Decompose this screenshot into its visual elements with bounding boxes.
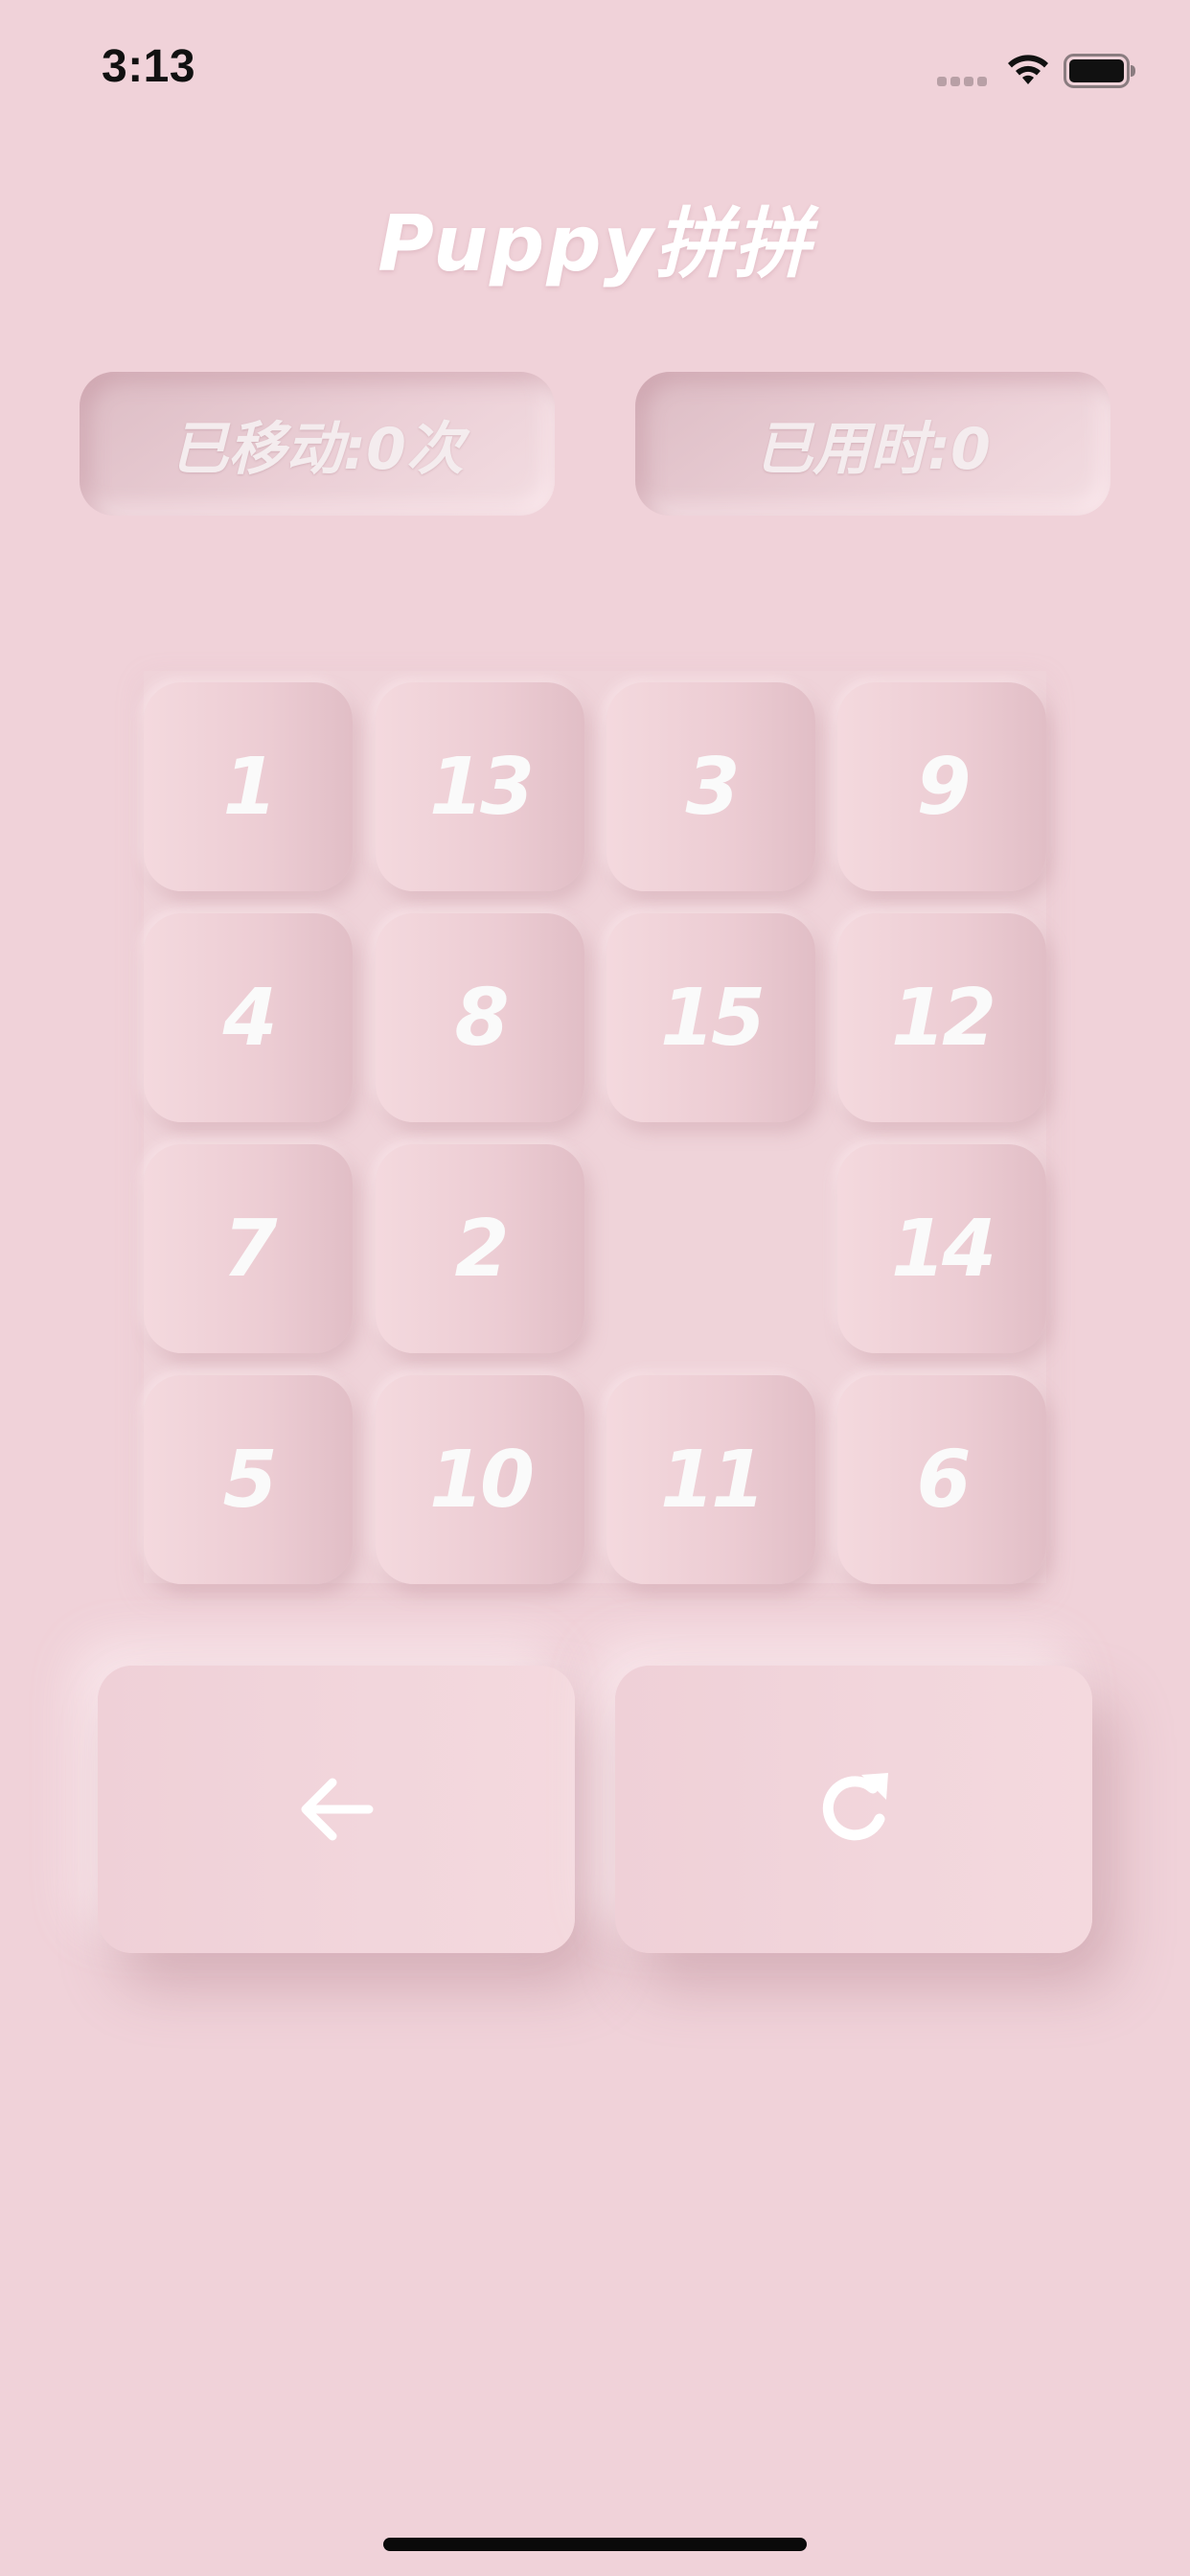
puzzle-tile[interactable]: 6	[837, 1375, 1046, 1584]
puzzle-tile[interactable]: 14	[837, 1144, 1046, 1353]
moves-counter: 已移动:0次	[80, 372, 555, 516]
battery-icon	[1064, 54, 1135, 88]
puzzle-tile[interactable]: 15	[606, 913, 815, 1122]
home-indicator[interactable]	[383, 2538, 807, 2551]
puzzle-tile[interactable]: 1	[144, 682, 353, 891]
wifi-icon	[1008, 55, 1048, 84]
puzzle-tile[interactable]: 5	[144, 1375, 353, 1584]
puzzle-tile[interactable]: 9	[837, 682, 1046, 891]
undo-button[interactable]	[98, 1666, 575, 1953]
puzzle-tile[interactable]: 11	[606, 1375, 815, 1584]
puzzle-tile[interactable]: 13	[376, 682, 584, 891]
timer-label: 已用时:0	[755, 415, 991, 483]
timer-display: 已用时:0	[635, 372, 1110, 516]
status-time: 3:13	[102, 41, 196, 92]
moves-counter-label: 已移动:0次	[171, 415, 464, 483]
puzzle-tile[interactable]: 4	[144, 913, 353, 1122]
reset-button[interactable]	[615, 1666, 1092, 1953]
puzzle-board: 1 13 3 9 4 8 15 12 7 2 14 5 10 11 6	[144, 671, 1046, 1584]
puzzle-tile[interactable]: 3	[606, 682, 815, 891]
refresh-icon	[822, 1773, 888, 1841]
arrow-left-icon	[301, 1778, 374, 1841]
empty-slot	[606, 1144, 815, 1353]
page-title: Puppy拼拼	[378, 199, 812, 288]
puzzle-tile[interactable]: 8	[376, 913, 584, 1122]
puzzle-tile[interactable]: 10	[376, 1375, 584, 1584]
puzzle-tile[interactable]: 12	[837, 913, 1046, 1122]
cellular-signal-icon	[937, 77, 987, 86]
status-bar: 3:13	[0, 0, 1190, 144]
puzzle-tile[interactable]: 2	[376, 1144, 584, 1353]
puzzle-tile[interactable]: 7	[144, 1144, 353, 1353]
